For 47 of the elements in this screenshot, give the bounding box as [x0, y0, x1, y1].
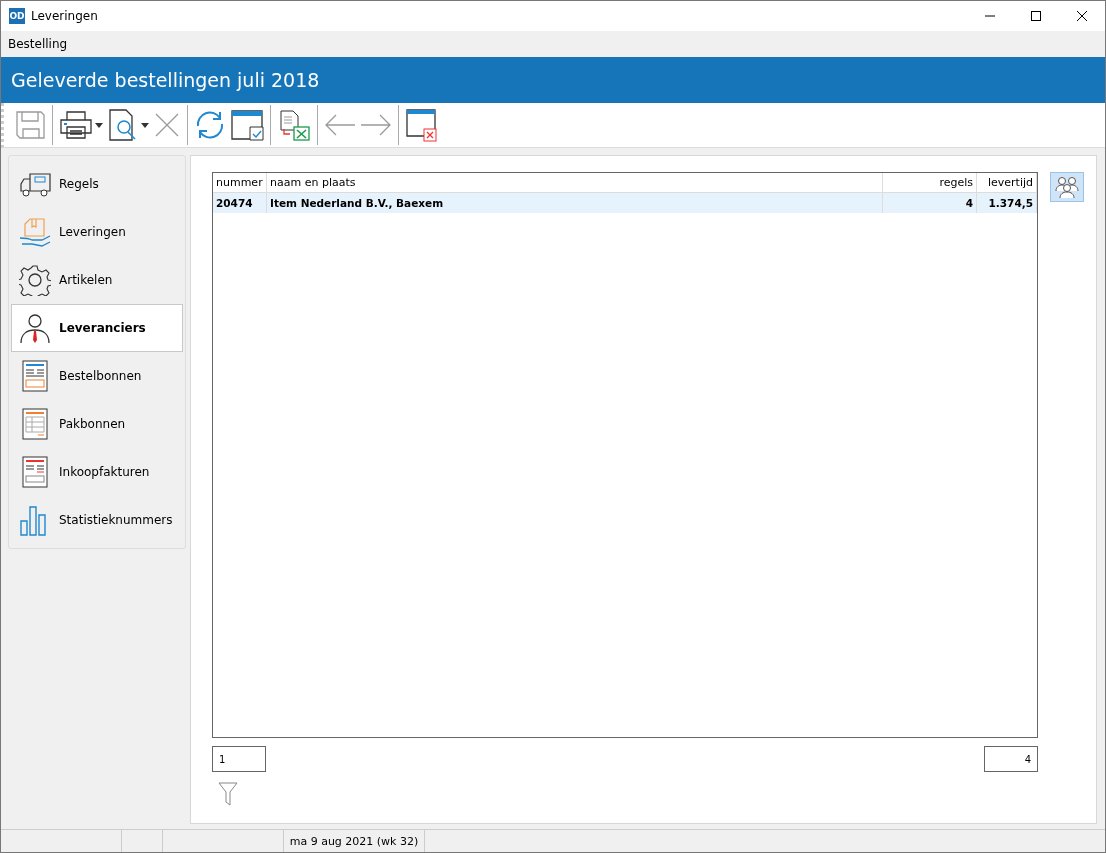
app-logo: OD — [9, 8, 25, 24]
sidebar-label: Pakbonnen — [59, 417, 126, 432]
sidebar-label: Statistieknummers — [59, 513, 173, 528]
table-row[interactable]: 20474 Item Nederland B.V., Baexem 4 1.374,5 — [213, 193, 1037, 214]
printer-icon — [59, 109, 93, 142]
save-icon — [14, 109, 46, 142]
sidebar-label: Regels — [59, 177, 99, 192]
sidebar-item[interactable]: Inkoopfakturen — [11, 448, 183, 497]
sidebar-label: Artikelen — [59, 273, 113, 288]
total-count-field[interactable]: 4 — [984, 746, 1038, 773]
first-record-field[interactable]: 1 — [212, 746, 266, 773]
menu-item[interactable]: Bestelling — [7, 36, 69, 51]
window-title: Leveringen — [31, 9, 98, 23]
table-cell: Item Nederland B.V., Baexem — [267, 193, 883, 214]
order-form-icon — [19, 360, 51, 393]
sidebar-item[interactable]: Leveranciers — [11, 304, 183, 353]
filter-icon[interactable] — [218, 782, 238, 807]
maximize-icon[interactable] — [1031, 11, 1041, 21]
sidebar-label: Leveringen — [59, 225, 126, 240]
table-cell: 4 — [883, 193, 977, 214]
person-icon — [19, 312, 51, 345]
excel-export-icon — [277, 109, 311, 142]
table-cell: 20474 — [213, 193, 267, 214]
invoice-icon — [19, 456, 51, 489]
sidebar-item[interactable]: Pakbonnen — [11, 400, 183, 449]
sidebar-label: Bestelbonnen — [59, 369, 142, 384]
close-window-icon — [405, 108, 439, 143]
window-check-icon — [230, 109, 264, 142]
sidebar-item[interactable]: Regels — [11, 160, 183, 209]
sidebar-label: Leveranciers — [59, 321, 146, 336]
table-cell: 1.374,5 — [977, 193, 1037, 214]
sidebar-item[interactable]: Artikelen — [11, 256, 183, 305]
sidebar-item[interactable]: Statistieknummers — [11, 496, 183, 545]
sidebar-item[interactable]: Leveringen — [11, 208, 183, 257]
back-arrow-icon — [324, 113, 356, 138]
settings-icon — [19, 264, 51, 297]
status-date: ma 9 aug 2021 (wk 32) — [289, 834, 419, 848]
caret-icon — [95, 122, 103, 128]
package-hand-icon — [19, 216, 51, 249]
sidebar-label: Inkoopfakturen — [59, 465, 150, 480]
users-button[interactable] — [1050, 172, 1084, 203]
packing-slip-icon — [19, 408, 51, 441]
caret-icon — [141, 122, 149, 128]
sidebar-item[interactable]: Bestelbonnen — [11, 352, 183, 401]
page-title: Geleverde bestellingen juli 2018 — [11, 68, 320, 91]
close-icon[interactable] — [1077, 11, 1087, 21]
forward-arrow-icon — [360, 113, 392, 138]
